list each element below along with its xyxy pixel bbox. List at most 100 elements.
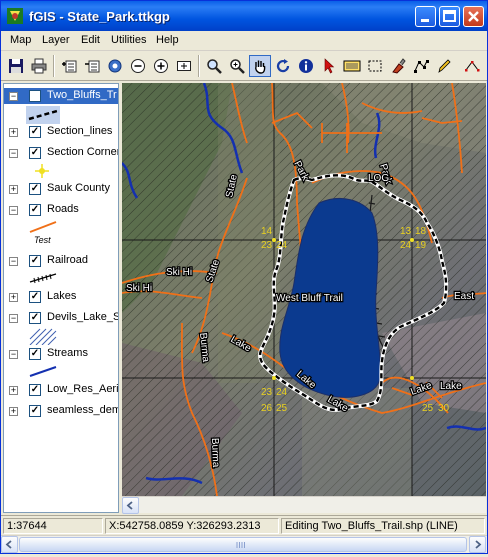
layer-visibility-checkbox[interactable]: ✓ bbox=[29, 291, 41, 303]
legend-layer-roads[interactable]: − ✓ Roads bbox=[4, 202, 118, 218]
zoom-out-button[interactable] bbox=[127, 55, 149, 77]
collapse-toggle[interactable]: + bbox=[9, 407, 18, 416]
menu-layer[interactable]: Layer bbox=[42, 34, 70, 46]
layer-visibility-checkbox[interactable]: ✓ bbox=[29, 384, 41, 396]
layer-visibility-checkbox[interactable]: ✓ bbox=[29, 147, 41, 159]
zoom-in-button[interactable] bbox=[150, 55, 172, 77]
pan-hand-button[interactable] bbox=[249, 55, 271, 77]
layer-visibility-checkbox[interactable]: ✓ bbox=[29, 405, 41, 417]
menu-map[interactable]: Map bbox=[10, 34, 31, 46]
collapse-toggle[interactable]: + bbox=[9, 293, 18, 302]
collapse-toggle[interactable]: − bbox=[9, 149, 18, 158]
layer-visibility-checkbox[interactable]: ✓ bbox=[29, 126, 41, 138]
magnify-button[interactable] bbox=[203, 55, 225, 77]
collapse-toggle[interactable]: − bbox=[9, 92, 18, 101]
collapse-toggle[interactable]: − bbox=[9, 350, 18, 359]
toolbar bbox=[1, 51, 487, 81]
layer-name: Streams bbox=[47, 347, 88, 359]
layer-name: Section_lines bbox=[47, 125, 113, 137]
scroll-left-button[interactable] bbox=[122, 497, 139, 514]
minimize-button[interactable] bbox=[415, 6, 436, 27]
window-title: fGIS - State_Park.ttkgp bbox=[29, 9, 170, 24]
section-label: 13 bbox=[400, 226, 412, 237]
close-button[interactable] bbox=[463, 6, 484, 27]
legend-layer-streams[interactable]: − ✓ Streams bbox=[4, 346, 118, 362]
trail-line-symbol bbox=[26, 106, 60, 124]
menu-help[interactable]: Help bbox=[156, 34, 179, 46]
collapse-toggle[interactable]: − bbox=[9, 257, 18, 266]
app-globe-icon bbox=[7, 8, 23, 24]
magnify-icon bbox=[207, 59, 222, 74]
road-line-symbol bbox=[29, 221, 57, 233]
collapse-toggle[interactable]: + bbox=[9, 185, 18, 194]
add-layer-button[interactable] bbox=[58, 55, 80, 77]
collapse-toggle[interactable]: − bbox=[9, 314, 18, 323]
minimize-icon bbox=[421, 19, 429, 22]
section-label: 18 bbox=[415, 226, 427, 237]
section-label: 24 bbox=[276, 387, 288, 398]
collapse-toggle[interactable]: + bbox=[9, 128, 18, 137]
trail-label: West Bluff Trail bbox=[276, 293, 343, 304]
edit-vertices-button[interactable] bbox=[410, 55, 432, 77]
legend-layer-section-lines[interactable]: + ✓ Section_lines bbox=[4, 124, 118, 140]
layer-visibility-checkbox[interactable]: ✓ bbox=[29, 90, 41, 102]
map-canvas[interactable]: Park Park State State Ski Hi Ski Hi Burm… bbox=[122, 83, 486, 496]
legend-layer-two-bluffs-trail[interactable]: − ✓ Two_Bluffs_Tr bbox=[4, 88, 118, 104]
layer-visibility-checkbox[interactable]: ✓ bbox=[29, 312, 41, 324]
info-button[interactable] bbox=[295, 55, 317, 77]
section-label: 30 bbox=[438, 403, 450, 414]
collapse-toggle[interactable]: + bbox=[9, 386, 18, 395]
full-extent-button[interactable] bbox=[173, 55, 195, 77]
layer-legend-panel[interactable]: − ✓ Two_Bluffs_Tr + ✓ Section_lines − ✓ … bbox=[3, 83, 119, 513]
clear-selection-button[interactable] bbox=[387, 55, 409, 77]
pencil-button[interactable] bbox=[433, 55, 455, 77]
window-horizontal-scrollbar[interactable] bbox=[1, 535, 487, 553]
select-arrow-button[interactable] bbox=[318, 55, 340, 77]
zoom-out-icon bbox=[131, 59, 145, 73]
zoom-window-button[interactable] bbox=[226, 55, 248, 77]
legend-layer-railroad[interactable]: − ✓ Railroad bbox=[4, 253, 118, 269]
scroll-thumb[interactable] bbox=[19, 537, 467, 552]
save-button[interactable] bbox=[5, 55, 27, 77]
section-label: 14 bbox=[261, 226, 273, 237]
scroll-right-button[interactable] bbox=[469, 536, 486, 553]
legend-layer-lakes[interactable]: + ✓ Lakes bbox=[4, 289, 118, 305]
legend-layer-low-res-aerial[interactable]: + ✓ Low_Res_Aeri bbox=[4, 382, 118, 398]
remove-layer-button[interactable] bbox=[81, 55, 103, 77]
layer-visibility-checkbox[interactable]: ✓ bbox=[29, 204, 41, 216]
section-corner-point-symbol bbox=[35, 164, 49, 178]
maximize-button[interactable] bbox=[439, 6, 460, 27]
select-features-button[interactable] bbox=[341, 55, 363, 77]
legend-layer-seamless-dem[interactable]: + ✓ seamless_dem bbox=[4, 403, 118, 419]
full-extent-icon bbox=[177, 61, 191, 71]
legend-layer-section-corner[interactable]: − ✓ Section Corner bbox=[4, 145, 118, 161]
layer-name: Devils_Lake_St bbox=[47, 311, 119, 323]
menu-edit[interactable]: Edit bbox=[81, 34, 100, 46]
toolbar-separator bbox=[198, 55, 200, 77]
legend-layer-devils-lake-state-park[interactable]: − ✓ Devils_Lake_St bbox=[4, 310, 119, 326]
save-icon bbox=[9, 59, 23, 73]
layer-properties-button[interactable] bbox=[104, 55, 126, 77]
stream-line-symbol bbox=[29, 366, 57, 377]
legend-layer-sauk-county[interactable]: + ✓ Sauk County bbox=[4, 181, 118, 197]
menu-utilities[interactable]: Utilities bbox=[111, 34, 146, 46]
print-button[interactable] bbox=[28, 55, 50, 77]
layer-visibility-checkbox[interactable]: ✓ bbox=[29, 348, 41, 360]
park-hatch-symbol bbox=[29, 328, 57, 345]
toolbar-separator bbox=[53, 55, 55, 77]
section-corner-point bbox=[410, 376, 414, 380]
collapse-toggle[interactable]: − bbox=[9, 206, 18, 215]
select-rectangle-button[interactable] bbox=[364, 55, 386, 77]
scroll-left-button[interactable] bbox=[1, 536, 18, 553]
layer-visibility-checkbox[interactable]: ✓ bbox=[29, 183, 41, 195]
layer-name: Sauk County bbox=[47, 182, 110, 194]
layer-name: Two_Bluffs_Tr bbox=[47, 89, 117, 101]
pan-hand-icon bbox=[255, 60, 266, 74]
map-horizontal-scrollbar[interactable] bbox=[122, 496, 486, 514]
title-bar[interactable]: fGIS - State_Park.ttkgp bbox=[1, 1, 487, 31]
add-layer-icon bbox=[62, 60, 77, 73]
layer-name: Lakes bbox=[47, 290, 77, 302]
layer-visibility-checkbox[interactable]: ✓ bbox=[29, 255, 41, 267]
refresh-button[interactable] bbox=[272, 55, 294, 77]
more-tools-button[interactable] bbox=[461, 55, 485, 77]
